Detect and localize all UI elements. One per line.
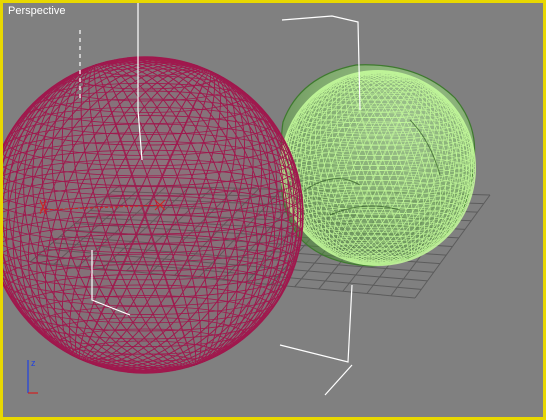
perspective-viewport[interactable]: Perspective z [0,0,546,420]
scene-canvas[interactable]: z [3,3,543,417]
svg-text:z: z [31,358,36,368]
large-sphere[interactable] [3,6,354,417]
axis-tripod-icon: z [27,358,38,394]
